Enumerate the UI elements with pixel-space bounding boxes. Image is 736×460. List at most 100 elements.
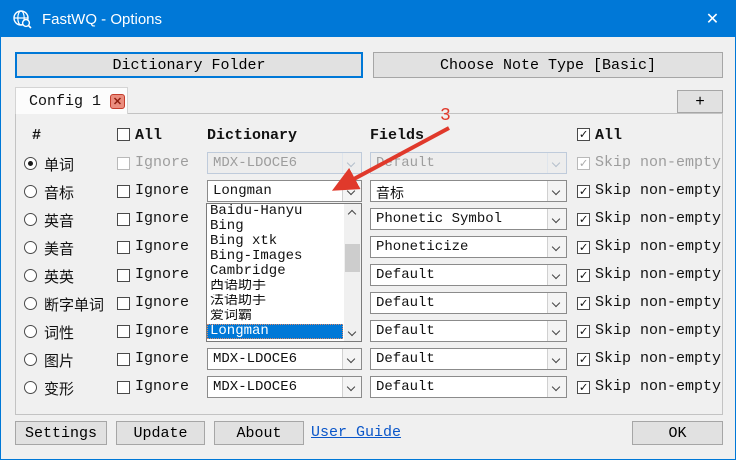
chevron-down-icon[interactable] (547, 181, 566, 201)
ok-button[interactable]: OK (632, 421, 723, 445)
row-label: 词性 (44, 322, 74, 343)
table-row: 单词IgnoreMDX-LDOCE6Default✓Skip non-empty (16, 149, 722, 177)
chevron-down-icon[interactable] (342, 377, 361, 397)
fields-select[interactable]: Default (370, 152, 567, 174)
chevron-down-icon[interactable] (547, 321, 566, 341)
choose-note-type-button[interactable]: Choose Note Type [Basic] (373, 52, 723, 78)
skip-checkbox[interactable]: ✓ (577, 157, 590, 170)
row-radio[interactable] (24, 241, 37, 254)
skip-checkbox[interactable]: ✓ (577, 213, 590, 226)
ignore-checkbox[interactable] (117, 157, 130, 170)
fields-select[interactable]: Default (370, 264, 567, 286)
skip-checkbox[interactable]: ✓ (577, 381, 590, 394)
row-radio[interactable] (24, 325, 37, 338)
ignore-checkbox[interactable] (117, 185, 130, 198)
dropdown-scrollbar[interactable] (344, 204, 361, 341)
dropdown-item[interactable]: 爱词霸 (207, 309, 343, 324)
chevron-down-icon[interactable] (547, 209, 566, 229)
ignore-label: Ignore (135, 350, 189, 367)
chevron-down-icon[interactable] (342, 349, 361, 369)
row-label: 变形 (44, 378, 74, 399)
skip-checkbox[interactable]: ✓ (577, 269, 590, 282)
column-header-hash: # (32, 127, 41, 144)
tab-close-icon[interactable]: ✕ (110, 94, 125, 109)
chevron-down-icon[interactable] (342, 181, 361, 201)
chevron-down-icon[interactable] (547, 265, 566, 285)
dictionary-select[interactable]: MDX-LDOCE6 (207, 376, 362, 398)
fields-select-value: Default (376, 351, 435, 367)
ignore-checkbox[interactable] (117, 269, 130, 282)
column-header-dictionary: Dictionary (207, 127, 297, 144)
chevron-down-icon[interactable] (547, 377, 566, 397)
user-guide-link[interactable]: User Guide (311, 424, 401, 441)
ignore-checkbox[interactable] (117, 241, 130, 254)
chevron-down-icon[interactable] (547, 153, 566, 173)
dictionary-select[interactable]: MDX-LDOCE6 (207, 348, 362, 370)
row-radio[interactable] (24, 269, 37, 282)
fields-select-value: Default (376, 379, 435, 395)
scroll-down-button[interactable] (344, 325, 361, 341)
dropdown-item[interactable]: Bing-Images (207, 249, 343, 264)
add-config-button[interactable]: + (677, 90, 723, 113)
skip-label: Skip non-empty (595, 294, 721, 311)
ignore-checkbox[interactable] (117, 213, 130, 226)
ignore-checkbox[interactable] (117, 381, 130, 394)
table-row: 断字单词IgnoreDefault✓Skip non-empty (16, 289, 722, 317)
dropdown-item[interactable]: Longman (207, 324, 343, 339)
table-row: 变形IgnoreMDX-LDOCE6Default✓Skip non-empty (16, 373, 722, 401)
row-radio[interactable] (24, 185, 37, 198)
dictionary-folder-button[interactable]: Dictionary Folder (15, 52, 363, 78)
fields-select[interactable]: Phoneticize (370, 236, 567, 258)
chevron-down-icon[interactable] (547, 349, 566, 369)
row-radio[interactable] (24, 157, 37, 170)
skip-checkbox[interactable]: ✓ (577, 297, 590, 310)
dictionary-select[interactable]: Longman (207, 180, 362, 202)
skip-checkbox[interactable]: ✓ (577, 325, 590, 338)
ignore-checkbox[interactable] (117, 297, 130, 310)
update-button[interactable]: Update (116, 421, 205, 445)
skip-label: Skip non-empty (595, 182, 721, 199)
fields-select[interactable]: Default (370, 348, 567, 370)
window-close-button[interactable]: ✕ (690, 1, 735, 37)
settings-button[interactable]: Settings (15, 421, 107, 445)
about-button[interactable]: About (214, 421, 304, 445)
fields-select[interactable]: Default (370, 376, 567, 398)
row-radio[interactable] (24, 353, 37, 366)
row-label: 美音 (44, 238, 74, 259)
skip-label: Skip non-empty (595, 350, 721, 367)
skip-checkbox[interactable]: ✓ (577, 185, 590, 198)
dropdown-item[interactable]: Bing xtk (207, 234, 343, 249)
dictionary-select[interactable]: MDX-LDOCE6 (207, 152, 362, 174)
skip-checkbox[interactable]: ✓ (577, 353, 590, 366)
tab-config-1[interactable]: Config 1 ✕ (15, 87, 128, 114)
fields-select-value: Default (376, 155, 435, 171)
table-row: 音标IgnoreLongman音标✓Skip non-empty (16, 177, 722, 205)
row-radio[interactable] (24, 381, 37, 394)
chevron-down-icon[interactable] (342, 153, 361, 173)
scroll-thumb[interactable] (345, 244, 360, 272)
fields-select[interactable]: Phonetic Symbols (US) (370, 208, 567, 230)
fields-select[interactable]: 音标 (370, 180, 567, 202)
dropdown-item[interactable]: Bing (207, 219, 343, 234)
skip-checkbox[interactable]: ✓ (577, 241, 590, 254)
ignore-label: Ignore (135, 266, 189, 283)
ignore-checkbox[interactable] (117, 325, 130, 338)
dictionary-select-value: MDX-LDOCE6 (213, 351, 297, 367)
row-label: 英英 (44, 266, 74, 287)
all-ignore-checkbox[interactable] (117, 128, 130, 141)
dropdown-item[interactable]: 西语助手 (207, 279, 343, 294)
dropdown-item[interactable]: Baidu-Hanyu (207, 204, 343, 219)
column-header-all-right: All (595, 127, 622, 144)
all-skip-checkbox[interactable]: ✓ (577, 128, 590, 141)
dropdown-item[interactable]: Cambridge (207, 264, 343, 279)
row-radio[interactable] (24, 297, 37, 310)
scroll-up-button[interactable] (344, 204, 361, 220)
ignore-checkbox[interactable] (117, 353, 130, 366)
row-radio[interactable] (24, 213, 37, 226)
chevron-down-icon[interactable] (547, 293, 566, 313)
dropdown-item[interactable]: 法语助手 (207, 294, 343, 309)
chevron-down-icon[interactable] (547, 237, 566, 257)
fields-select[interactable]: Default (370, 320, 567, 342)
fields-select[interactable]: Default (370, 292, 567, 314)
skip-label: Skip non-empty (595, 238, 721, 255)
